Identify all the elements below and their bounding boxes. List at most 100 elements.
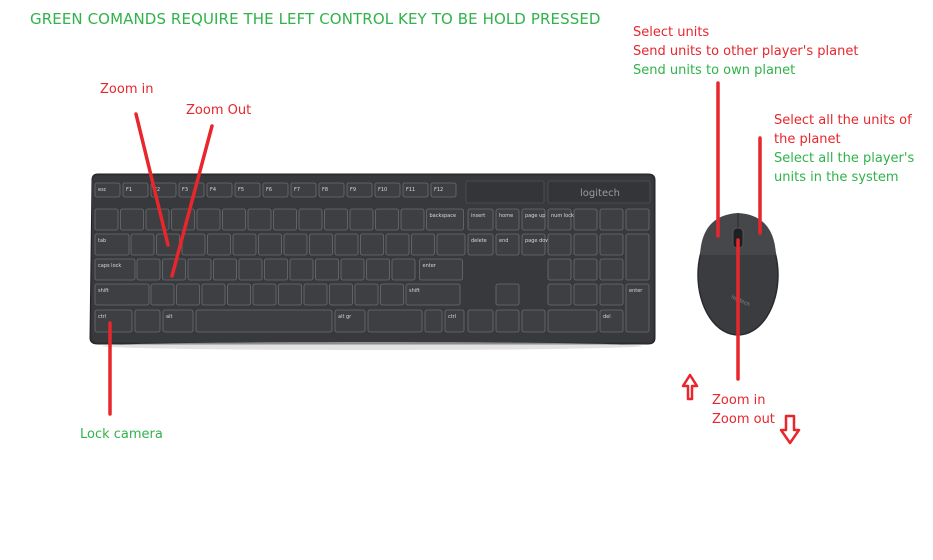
key (120, 208, 144, 231)
key-label: enter (423, 263, 437, 269)
key (309, 233, 333, 256)
right-click-line3: Select all the player's (774, 151, 915, 166)
key-num-0 (547, 309, 598, 333)
key (176, 283, 200, 306)
key (354, 283, 379, 306)
right-click-line4: units in the system (774, 170, 899, 185)
key (599, 283, 624, 306)
key (366, 258, 390, 281)
key-label: F3 (182, 187, 188, 193)
key (238, 258, 263, 281)
key (222, 208, 246, 231)
key (187, 258, 212, 281)
key-label: end (499, 238, 508, 244)
arrow-down-icon (779, 414, 801, 445)
key (136, 258, 161, 281)
key (213, 258, 237, 281)
key-space (195, 309, 333, 333)
key-label: shift (409, 288, 420, 294)
zoom-in-label: Zoom in (100, 82, 154, 97)
key-label: insert (471, 213, 485, 219)
key-menu (424, 309, 443, 333)
arrow-up-icon (681, 373, 699, 401)
key (340, 258, 365, 281)
key (573, 258, 598, 281)
key (599, 258, 624, 281)
key (145, 208, 170, 231)
key-label: F6 (266, 187, 272, 193)
key-label: F11 (406, 187, 415, 193)
key (391, 258, 416, 281)
wheel-line1: Zoom in (712, 393, 766, 408)
left-click-line2: Send units to other player's planet (633, 44, 859, 59)
key (400, 208, 425, 231)
key-label: alt gr (338, 314, 352, 320)
key-label: F10 (378, 187, 387, 193)
key-arrow-down (495, 309, 520, 333)
key (171, 208, 195, 231)
key (599, 233, 624, 256)
key (283, 233, 308, 256)
key-label: F9 (350, 187, 356, 193)
key (232, 233, 257, 256)
key (375, 208, 399, 231)
key-fn (367, 309, 423, 333)
key (547, 283, 572, 306)
key (329, 283, 353, 306)
key (385, 233, 410, 256)
key (94, 208, 119, 231)
key-num-plus (625, 233, 650, 281)
key (573, 208, 598, 231)
left-click-line3: Send units to own planet (633, 63, 796, 78)
key (303, 283, 328, 306)
key (181, 233, 206, 256)
key (207, 233, 231, 256)
key-label: ctrl (448, 314, 456, 320)
key-label: ctrl (98, 314, 106, 320)
key-label: delete (471, 238, 487, 244)
key (360, 233, 384, 256)
key-arrow-right (521, 309, 546, 333)
key (196, 208, 221, 231)
key (258, 233, 282, 256)
key-label: F5 (238, 187, 244, 193)
key-label: esc (98, 187, 107, 193)
key (264, 258, 288, 281)
key-label: F12 (434, 187, 443, 193)
key (380, 283, 404, 306)
key (436, 233, 466, 256)
key (289, 258, 314, 281)
keyboard-logo: logitech (580, 188, 620, 199)
key (298, 208, 323, 231)
key-label: caps lock (98, 263, 121, 269)
right-click-line2: the planet (774, 132, 841, 147)
key (252, 283, 277, 306)
key (247, 208, 272, 231)
key-label: tab (98, 238, 106, 244)
key (411, 233, 435, 256)
key (573, 233, 598, 256)
key-label: shift (98, 288, 109, 294)
key-win (134, 309, 161, 333)
key (278, 283, 302, 306)
key (573, 283, 598, 306)
key (227, 283, 251, 306)
key (547, 258, 572, 281)
key (625, 208, 650, 231)
wheel-line2: Zoom out (712, 412, 775, 427)
key-label: F4 (210, 187, 216, 193)
key (349, 208, 374, 231)
key-label: enter (629, 288, 643, 294)
key (150, 283, 175, 306)
right-click-line1: Select all the units of (774, 113, 912, 128)
key (273, 208, 297, 231)
key-label: F7 (294, 187, 300, 193)
key-label: F1 (126, 187, 132, 193)
key (334, 233, 359, 256)
key (599, 208, 624, 231)
key-label: backspace (430, 213, 457, 219)
zoom-out-label: Zoom Out (186, 103, 252, 118)
lock-camera-label: Lock camera (80, 427, 163, 442)
left-click-line1: Select units (633, 25, 710, 40)
key-arrow-up (495, 283, 520, 306)
